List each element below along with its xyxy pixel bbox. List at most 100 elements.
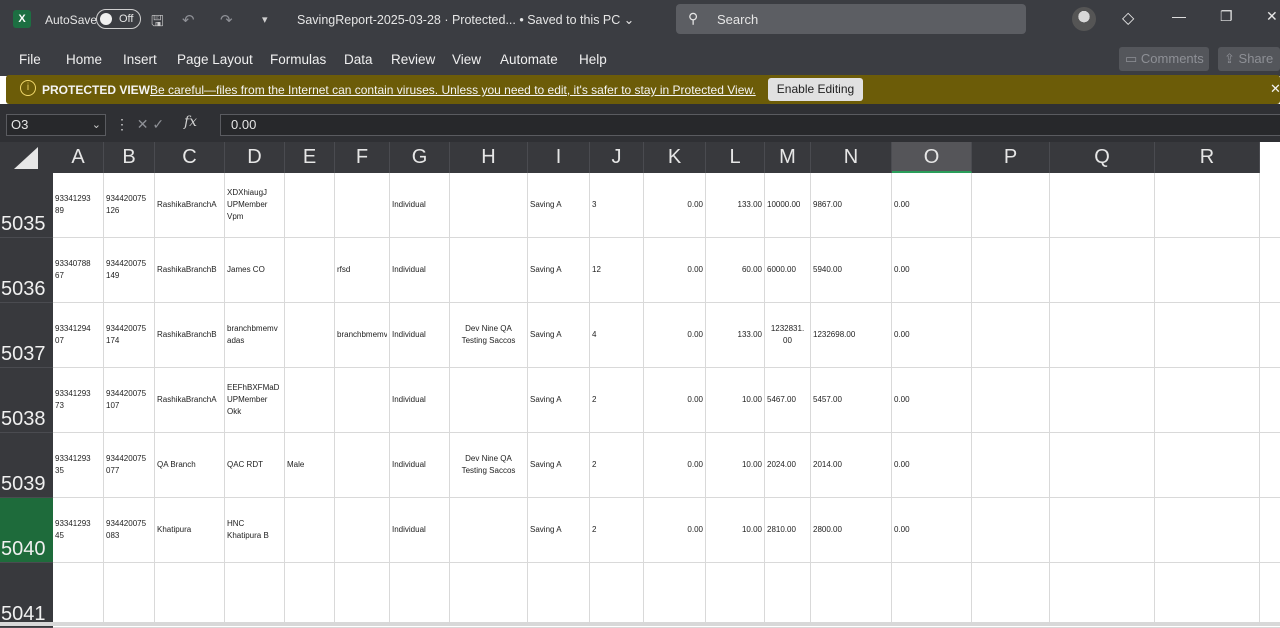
menu-automate[interactable]: Automate	[500, 52, 558, 67]
cell-f5037[interactable]: branchbmemv	[337, 329, 387, 341]
cell-b5039[interactable]: 934420075 077	[106, 453, 152, 477]
spreadsheet-grid[interactable]: A B C D E F G H I J K L M N O P Q R 5035 93341293 89 9344200…	[0, 142, 1280, 628]
chevron-down-icon[interactable]: ⌄	[92, 115, 101, 135]
cell-n5035[interactable]: 9867.00	[813, 199, 889, 211]
cell-l5036[interactable]: 60.00	[708, 264, 762, 276]
cell-c5037[interactable]: RashikaBranchB	[157, 329, 222, 341]
cell-l5039[interactable]: 10.00	[708, 459, 762, 471]
close-icon[interactable]: ✕	[1266, 8, 1278, 25]
cell-d5036[interactable]: James CO	[227, 264, 282, 276]
document-title[interactable]: SavingReport-2025-03-28 · Protected... •…	[297, 12, 634, 27]
cell-m5040[interactable]: 2810.00	[767, 524, 808, 536]
cell-k5039[interactable]: 0.00	[646, 459, 703, 471]
cell-b5036[interactable]: 934420075 149	[106, 258, 152, 282]
column-header-q[interactable]: Q	[1050, 142, 1155, 173]
row-header-5036[interactable]: 5036	[0, 238, 53, 303]
cell-i5035[interactable]: Saving A	[530, 199, 587, 211]
restore-icon[interactable]: ❐	[1220, 8, 1233, 25]
menu-view[interactable]: View	[452, 52, 481, 67]
cell-j5037[interactable]: 4	[592, 329, 641, 341]
undo-icon[interactable]: ↶	[182, 11, 195, 29]
column-header-f[interactable]: F	[335, 142, 390, 173]
cell-b5040[interactable]: 934420075 083	[106, 518, 152, 542]
column-header-p[interactable]: P	[972, 142, 1050, 173]
cell-m5035[interactable]: 10000.00	[767, 199, 808, 211]
column-header-d[interactable]: D	[225, 142, 285, 173]
protected-view-message[interactable]: Be careful—files from the Internet can c…	[150, 83, 756, 97]
diamond-icon[interactable]: ◇	[1122, 8, 1134, 28]
cancel-icon[interactable]: ✕	[137, 116, 149, 132]
horizontal-scrollbar[interactable]	[0, 622, 1280, 626]
cell-j5035[interactable]: 3	[592, 199, 641, 211]
cell-o5040[interactable]: 0.00	[894, 524, 969, 536]
cell-l5040[interactable]: 10.00	[708, 524, 762, 536]
menu-formulas[interactable]: Formulas	[270, 52, 326, 67]
cell-k5036[interactable]: 0.00	[646, 264, 703, 276]
cell-n5038[interactable]: 5457.00	[813, 394, 889, 406]
cell-k5035[interactable]: 0.00	[646, 199, 703, 211]
column-header-o[interactable]: O	[892, 142, 972, 173]
column-header-e[interactable]: E	[285, 142, 335, 173]
insert-function-icon[interactable]: fx	[184, 114, 197, 130]
cell-j5040[interactable]: 2	[592, 524, 641, 536]
cell-h5039[interactable]: Dev Nine QA Testing Saccos	[452, 453, 525, 477]
cell-n5039[interactable]: 2014.00	[813, 459, 889, 471]
cell-h5037[interactable]: Dev Nine QA Testing Saccos	[452, 323, 525, 347]
cell-o5037[interactable]: 0.00	[894, 329, 969, 341]
cell-k5037[interactable]: 0.00	[646, 329, 703, 341]
more-icon[interactable]: ⋮	[115, 116, 129, 132]
row-header-5040[interactable]: 5040	[0, 498, 53, 563]
row-header-5041[interactable]: 5041	[0, 563, 53, 628]
row-header-5038[interactable]: 5038	[0, 368, 53, 433]
cell-b5035[interactable]: 934420075 126	[106, 193, 152, 217]
cell-j5039[interactable]: 2	[592, 459, 641, 471]
column-header-m[interactable]: M	[765, 142, 811, 173]
cell-g5036[interactable]: Individual	[392, 264, 447, 276]
cell-a5035[interactable]: 93341293 89	[55, 193, 101, 217]
cell-l5035[interactable]: 133.00	[708, 199, 762, 211]
cell-c5039[interactable]: QA Branch	[157, 459, 222, 471]
cell-c5036[interactable]: RashikaBranchB	[157, 264, 222, 276]
cell-i5036[interactable]: Saving A	[530, 264, 587, 276]
row-header-5035[interactable]: 5035	[0, 173, 53, 238]
cell-m5037[interactable]: 1232831. 00	[767, 323, 808, 347]
cell-j5036[interactable]: 12	[592, 264, 641, 276]
cell-i5040[interactable]: Saving A	[530, 524, 587, 536]
cell-a5036[interactable]: 93340788 67	[55, 258, 101, 282]
column-header-k[interactable]: K	[644, 142, 706, 173]
cell-n5040[interactable]: 2800.00	[813, 524, 889, 536]
column-header-n[interactable]: N	[811, 142, 892, 173]
cell-a5037[interactable]: 93341294 07	[55, 323, 101, 347]
cell-k5038[interactable]: 0.00	[646, 394, 703, 406]
cell-f5036[interactable]: rfsd	[337, 264, 387, 276]
cell-k5040[interactable]: 0.00	[646, 524, 703, 536]
menu-help[interactable]: Help	[579, 52, 607, 67]
cell-g5038[interactable]: Individual	[392, 394, 447, 406]
select-all-corner[interactable]	[0, 142, 53, 173]
cell-d5040[interactable]: HNC Khatipura B	[227, 518, 282, 542]
cell-d5035[interactable]: XDXhiaugJ UPMember Vpm	[227, 187, 282, 223]
menu-home[interactable]: Home	[66, 52, 102, 67]
column-header-l[interactable]: L	[706, 142, 765, 173]
search-input[interactable]: ⚲ Search	[676, 4, 1026, 34]
comments-button[interactable]: ▭ Comments	[1119, 47, 1209, 71]
cell-b5038[interactable]: 934420075 107	[106, 388, 152, 412]
column-header-c[interactable]: C	[155, 142, 225, 173]
formula-input[interactable]: 0.00	[220, 114, 1280, 136]
cell-o5035[interactable]: 0.00	[894, 199, 969, 211]
cell-g5040[interactable]: Individual	[392, 524, 447, 536]
menu-page-layout[interactable]: Page Layout	[177, 52, 253, 67]
cell-g5035[interactable]: Individual	[392, 199, 447, 211]
cell-n5036[interactable]: 5940.00	[813, 264, 889, 276]
cell-a5038[interactable]: 93341293 73	[55, 388, 101, 412]
enable-editing-button[interactable]: Enable Editing	[768, 78, 863, 101]
cell-d5037[interactable]: branchbmemv adas	[227, 323, 282, 347]
row-header-5037[interactable]: 5037	[0, 303, 53, 368]
name-box[interactable]: O3 ⌄	[6, 114, 106, 136]
cell-c5035[interactable]: RashikaBranchA	[157, 199, 222, 211]
cell-i5039[interactable]: Saving A	[530, 459, 587, 471]
row-header-5039[interactable]: 5039	[0, 433, 53, 498]
cell-m5036[interactable]: 6000.00	[767, 264, 808, 276]
cell-a5039[interactable]: 93341293 35	[55, 453, 101, 477]
cell-j5038[interactable]: 2	[592, 394, 641, 406]
